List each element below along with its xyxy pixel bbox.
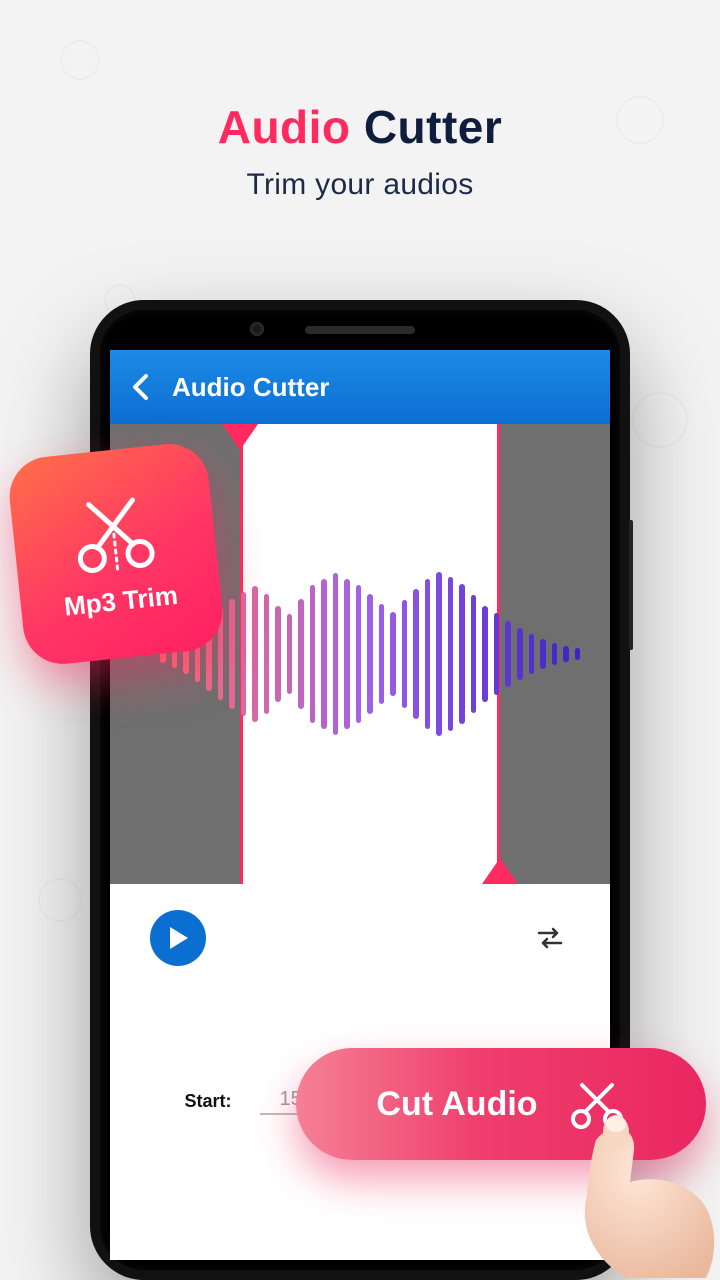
waveform-bar: [540, 639, 546, 669]
waveform-bar: [575, 648, 581, 660]
waveform-bar: [552, 643, 558, 665]
waveform-bar: [517, 628, 523, 680]
promo-headline: Audio Cutter Trim your audios: [0, 100, 720, 202]
app-bar: Audio Cutter: [110, 350, 610, 424]
waveform-bar: [367, 594, 373, 714]
waveform-bar: [390, 612, 396, 696]
waveform-bar: [298, 599, 304, 709]
cut-audio-label: Cut Audio: [376, 1085, 537, 1124]
waveform: [160, 564, 580, 744]
scissors-icon: [568, 1079, 626, 1129]
waveform-bar: [436, 572, 442, 736]
waveform-bar: [482, 606, 488, 702]
phone-side-button-right: [629, 520, 633, 650]
app-bar-title: Audio Cutter: [172, 372, 329, 403]
play-icon: [166, 925, 190, 951]
loop-icon: [535, 925, 565, 951]
start-label: Start:: [184, 1091, 231, 1112]
mp3-trim-card: Mp3 Trim: [6, 440, 227, 668]
waveform-bar: [471, 595, 477, 713]
phone-speaker: [305, 326, 415, 334]
loop-button[interactable]: [530, 918, 570, 958]
waveform-bar: [379, 604, 385, 704]
waveform-bar: [529, 634, 535, 674]
waveform-bar: [356, 585, 362, 723]
trim-handle-start[interactable]: [222, 424, 258, 450]
chevron-left-icon: [130, 373, 152, 401]
waveform-bar: [494, 613, 500, 695]
scissors-icon: [66, 487, 162, 576]
waveform-bar: [448, 577, 454, 731]
waveform-bar: [275, 606, 281, 702]
waveform-bar: [425, 579, 431, 729]
waveform-bar: [459, 584, 465, 724]
phone-camera: [250, 322, 264, 336]
waveform-bar: [402, 600, 408, 708]
trim-handle-end[interactable]: [482, 858, 518, 884]
promo-subtitle: Trim your audios: [0, 168, 720, 202]
promo-title-rest: Cutter: [364, 101, 502, 153]
waveform-bar: [321, 579, 327, 729]
promo-title: Audio Cutter: [0, 100, 720, 154]
waveform-bar: [252, 586, 258, 722]
waveform-bar: [287, 614, 293, 694]
waveform-bar: [413, 589, 419, 719]
waveform-bar: [241, 592, 247, 716]
waveform-bar: [505, 621, 511, 687]
waveform-bar: [563, 646, 569, 662]
back-button[interactable]: [124, 370, 158, 404]
cut-audio-button[interactable]: Cut Audio: [296, 1048, 706, 1160]
waveform-bar: [264, 594, 270, 714]
playback-controls: [110, 884, 610, 978]
waveform-bar: [333, 573, 339, 735]
waveform-bar: [344, 579, 350, 729]
waveform-bar: [229, 599, 235, 709]
mp3-trim-label: Mp3 Trim: [63, 579, 180, 622]
promo-title-accent: Audio: [218, 101, 351, 153]
waveform-bar: [310, 585, 316, 723]
play-button[interactable]: [150, 910, 206, 966]
